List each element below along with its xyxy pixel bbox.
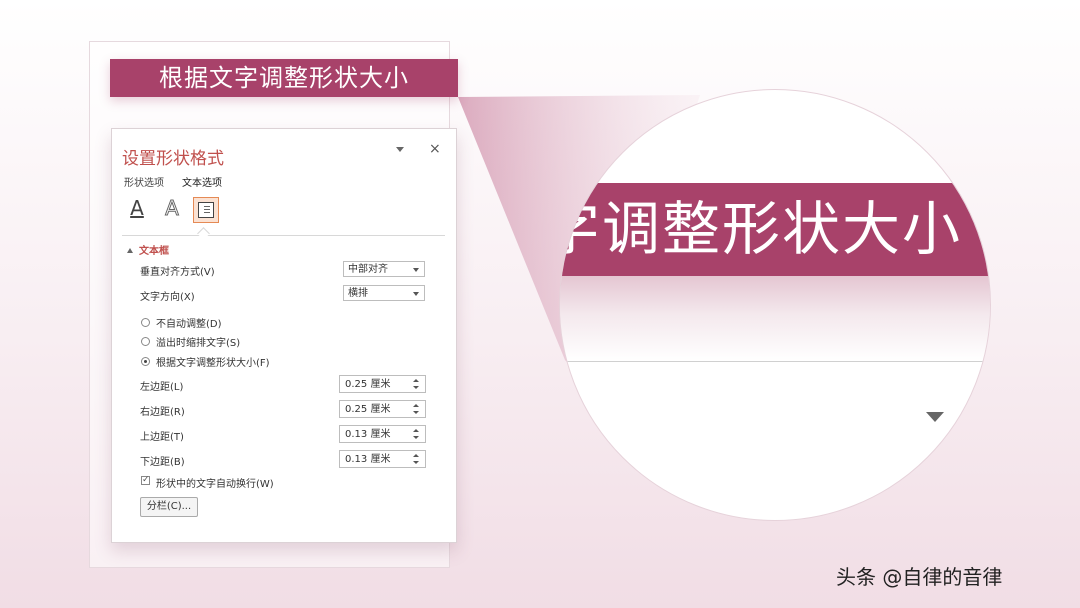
text-fill-icon[interactable]: A — [125, 197, 149, 221]
right-margin-label: 右边距(R) — [140, 407, 185, 418]
magnified-divider — [560, 361, 990, 362]
spin-up-icon[interactable] — [413, 379, 419, 382]
top-margin-label: 上边距(T) — [140, 432, 184, 443]
wrap-text-label: 形状中的文字自动换行(W) — [156, 479, 274, 490]
bottom-margin-label: 下边距(B) — [140, 457, 185, 468]
magnified-shadow — [560, 276, 990, 361]
radio-shrink-on-overflow-label: 溢出时缩排文字(S) — [156, 338, 241, 349]
spin-up-icon[interactable] — [413, 404, 419, 407]
title-banner: 根据文字调整形状大小 — [110, 59, 458, 97]
divider — [122, 235, 445, 236]
text-direction-select[interactable]: 横排 — [343, 285, 425, 301]
format-shape-pane: 设置形状格式 × 形状选项 文本选项 A A 文本框 垂直对齐方式(V) 中部对… — [111, 128, 457, 543]
bottom-margin-value: 0.13 厘米 — [345, 454, 391, 465]
magnifier-lens: 字调整形状大小 — [559, 89, 991, 521]
radio-resize-shape-to-fit-label: 根据文字调整形状大小(F) — [156, 358, 270, 369]
text-outline-icon[interactable]: A — [160, 197, 184, 221]
top-margin-value: 0.13 厘米 — [345, 429, 391, 440]
magnified-dropdown-icon — [926, 412, 944, 422]
text-box-icon[interactable] — [193, 197, 219, 223]
pane-title: 设置形状格式 — [122, 149, 224, 169]
section-textbox-header[interactable]: 文本框 — [127, 242, 169, 257]
magnified-banner-text: 字调整形状大小 — [559, 195, 963, 263]
radio-no-autofit-label: 不自动调整(D) — [156, 319, 222, 330]
top-margin-input[interactable]: 0.13 厘米 — [339, 425, 426, 443]
radio-resize-shape-to-fit[interactable] — [141, 357, 150, 366]
pane-options-dropdown-icon[interactable] — [396, 147, 404, 152]
text-direction-label: 文字方向(X) — [140, 292, 195, 303]
right-margin-value: 0.25 厘米 — [345, 404, 391, 415]
right-margin-input[interactable]: 0.25 厘米 — [339, 400, 426, 418]
left-margin-input[interactable]: 0.25 厘米 — [339, 375, 426, 393]
vertical-align-select[interactable]: 中部对齐 — [343, 261, 425, 277]
watermark: 头条 @自律的音律 — [836, 565, 1003, 589]
close-icon[interactable]: × — [429, 141, 441, 157]
chevron-down-icon — [413, 292, 419, 296]
section-label: 文本框 — [139, 246, 169, 257]
spin-down-icon[interactable] — [413, 386, 419, 389]
spin-up-icon[interactable] — [413, 429, 419, 432]
collapse-icon — [127, 248, 133, 253]
tab-text-options[interactable]: 文本选项 — [182, 174, 222, 189]
spin-down-icon[interactable] — [413, 461, 419, 464]
tab-shape-options[interactable]: 形状选项 — [124, 174, 164, 189]
wrap-text-checkbox[interactable]: ✓ — [141, 476, 150, 485]
left-margin-label: 左边距(L) — [140, 382, 184, 393]
selected-tab-caret — [197, 227, 210, 240]
spin-down-icon[interactable] — [413, 411, 419, 414]
columns-button[interactable]: 分栏(C)... — [140, 497, 198, 517]
bottom-margin-input[interactable]: 0.13 厘米 — [339, 450, 426, 468]
left-margin-value: 0.25 厘米 — [345, 379, 391, 390]
radio-shrink-on-overflow[interactable] — [141, 337, 150, 346]
vertical-align-label: 垂直对齐方式(V) — [140, 267, 215, 278]
spin-down-icon[interactable] — [413, 436, 419, 439]
radio-no-autofit[interactable] — [141, 318, 150, 327]
chevron-down-icon — [413, 268, 419, 272]
vertical-align-value: 中部对齐 — [348, 264, 388, 275]
spin-up-icon[interactable] — [413, 454, 419, 457]
text-direction-value: 横排 — [348, 288, 368, 299]
